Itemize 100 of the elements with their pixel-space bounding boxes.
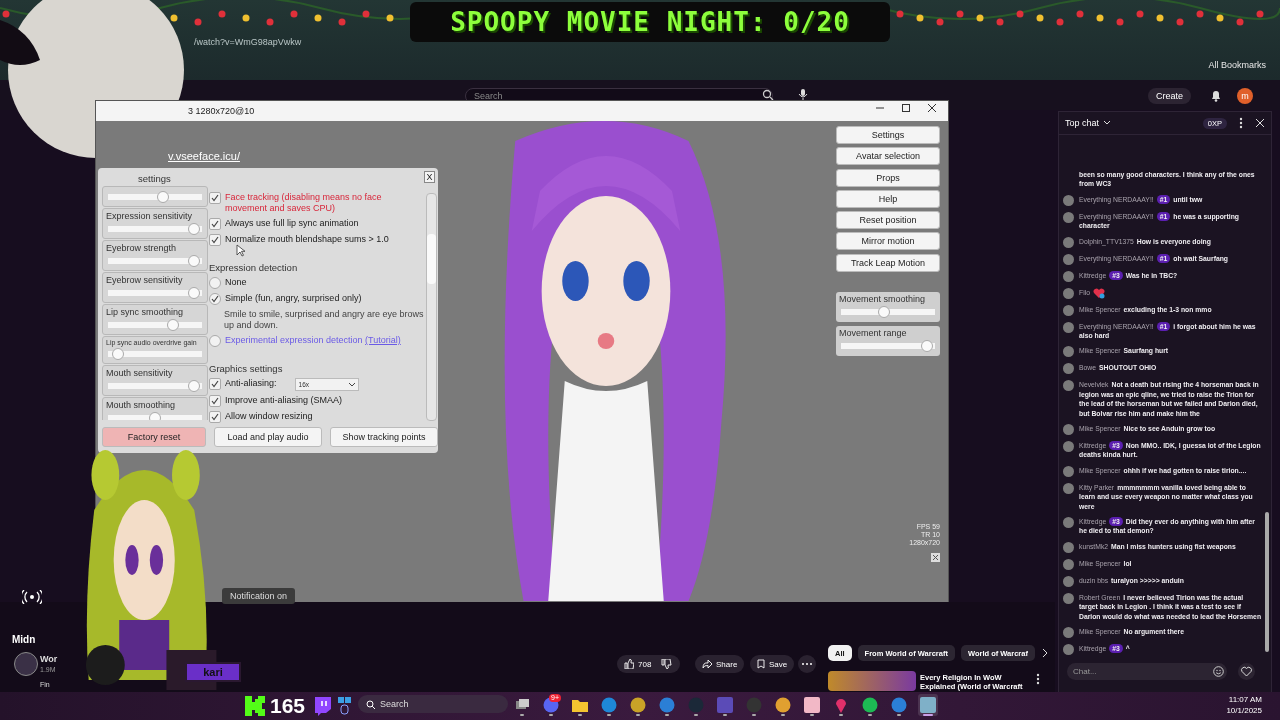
chat-title[interactable]: Top chat bbox=[1065, 118, 1100, 128]
taskbar-app[interactable] bbox=[802, 694, 822, 716]
taskbar-clock[interactable]: 11:07 AM 10/1/2025 bbox=[1226, 694, 1262, 716]
menu-button[interactable]: Mirror motion bbox=[836, 232, 940, 251]
menu-button[interactable]: Help bbox=[836, 189, 940, 208]
video-title: Midn bbox=[12, 634, 36, 645]
user-avatar bbox=[1063, 321, 1074, 333]
menu-button[interactable]: Settings bbox=[836, 126, 940, 144]
option-label: Simple (fun, angry, surprised only) bbox=[225, 293, 362, 304]
user-avatar bbox=[1063, 270, 1074, 282]
thumbs-up-icon bbox=[624, 659, 634, 669]
slider-thumb[interactable] bbox=[921, 339, 934, 352]
action-button[interactable]: Save bbox=[750, 655, 795, 673]
slider-label: Expression sensitivity bbox=[106, 211, 194, 221]
option-label: Always use full lip sync animation bbox=[225, 218, 359, 229]
app-icon bbox=[746, 697, 762, 713]
checkbox[interactable] bbox=[209, 192, 221, 204]
menu-button[interactable]: Props bbox=[836, 168, 940, 187]
panel-button[interactable]: Factory reset bbox=[102, 427, 206, 447]
address-bar-url[interactable]: /watch?v=WmG98apVwkw bbox=[194, 37, 302, 47]
close-button[interactable]: X bbox=[424, 171, 435, 183]
slider-label: Eyebrow strength bbox=[106, 243, 178, 253]
bookmarks-button[interactable]: All Bookmarks bbox=[1208, 60, 1266, 70]
slider[interactable] bbox=[108, 255, 202, 267]
slider-thumb[interactable] bbox=[112, 348, 125, 360]
slider-label: Eyebrow sensitivity bbox=[106, 275, 184, 285]
thumbs-down-icon bbox=[661, 659, 674, 669]
maximize-icon[interactable] bbox=[902, 104, 910, 112]
radio-button[interactable] bbox=[209, 293, 221, 305]
kebab-menu-icon[interactable] bbox=[1036, 673, 1040, 685]
minimize-icon[interactable] bbox=[876, 104, 884, 112]
banner-title: SPOOPY MOVIE NIGHT: 0/20 bbox=[410, 2, 890, 42]
emoji-icon[interactable] bbox=[1213, 666, 1224, 677]
heart-icon[interactable] bbox=[1238, 663, 1255, 680]
checkbox[interactable] bbox=[209, 411, 221, 423]
bell-icon[interactable] bbox=[1210, 89, 1222, 102]
app-icon bbox=[601, 697, 617, 713]
microphone-icon[interactable] bbox=[798, 88, 808, 101]
more-icon[interactable] bbox=[798, 655, 816, 673]
slider-thumb[interactable] bbox=[877, 306, 890, 319]
broadcast-icon[interactable] bbox=[22, 590, 42, 604]
close-icon[interactable] bbox=[928, 104, 936, 112]
like-button[interactable]: 708 bbox=[617, 655, 681, 673]
app-icon bbox=[630, 697, 646, 713]
menu-button[interactable]: Reset position bbox=[836, 211, 940, 230]
user-avatar bbox=[1063, 465, 1074, 477]
taskbar-app[interactable] bbox=[918, 694, 938, 716]
scrollbar[interactable] bbox=[426, 193, 437, 421]
user-avatar bbox=[1063, 541, 1074, 553]
chat-input-field[interactable]: Chat... bbox=[1067, 663, 1227, 680]
window-title: 3 1280x720@10 bbox=[96, 101, 948, 121]
tutorial-link[interactable]: (Tutorial) bbox=[365, 335, 401, 345]
map-pin-icon bbox=[835, 697, 847, 713]
slider-thumb[interactable] bbox=[187, 380, 200, 392]
menu-button[interactable]: Avatar selection bbox=[836, 147, 940, 166]
user-avatar bbox=[1063, 558, 1074, 570]
chevron-right-icon[interactable] bbox=[1040, 648, 1049, 658]
menu-button[interactable]: Track Leap Motion bbox=[836, 253, 940, 272]
slider[interactable] bbox=[108, 191, 202, 203]
slider[interactable] bbox=[108, 319, 202, 331]
app-icon bbox=[920, 697, 936, 713]
logo-icon[interactable] bbox=[245, 696, 265, 716]
slider[interactable] bbox=[108, 380, 202, 392]
slider[interactable] bbox=[108, 287, 202, 299]
mouse-cursor-icon bbox=[236, 244, 245, 257]
slider[interactable] bbox=[108, 348, 202, 360]
section-heading: Graphics settings bbox=[209, 363, 283, 374]
website-link[interactable]: v.vseeface.icu/ bbox=[168, 150, 240, 162]
slider-thumb[interactable] bbox=[167, 319, 180, 331]
app-icon bbox=[891, 697, 907, 713]
checkbox[interactable] bbox=[209, 234, 221, 246]
slider-label: Mouth sensitivity bbox=[106, 368, 174, 378]
action-button[interactable]: Share bbox=[695, 655, 745, 673]
radio-button[interactable] bbox=[209, 335, 221, 347]
panel-button[interactable]: Show tracking points bbox=[330, 427, 438, 447]
user-avatar bbox=[1063, 627, 1074, 638]
video-thumbnail[interactable] bbox=[828, 671, 916, 691]
panel-button[interactable]: Load and play audio bbox=[214, 427, 322, 447]
taskbar-search-field[interactable]: Search bbox=[358, 695, 508, 713]
slider-thumb[interactable] bbox=[187, 223, 200, 235]
checkbox[interactable] bbox=[209, 395, 221, 407]
slider-label: Mouth smoothing bbox=[106, 400, 177, 410]
slider-thumb[interactable] bbox=[157, 191, 170, 203]
slider-thumb[interactable] bbox=[187, 287, 200, 299]
radio-button[interactable] bbox=[209, 277, 221, 289]
checkbox[interactable] bbox=[209, 218, 221, 230]
search-icon bbox=[366, 699, 375, 709]
chat-bubble-icon[interactable] bbox=[313, 696, 333, 716]
slider-thumb[interactable] bbox=[187, 255, 200, 267]
app-icon bbox=[804, 697, 820, 713]
user-avatar bbox=[1063, 211, 1074, 223]
slider[interactable] bbox=[108, 223, 202, 235]
create-button[interactable]: Create bbox=[1148, 88, 1191, 104]
kebab-menu-icon[interactable] bbox=[1239, 117, 1243, 129]
checkbox[interactable] bbox=[209, 378, 221, 390]
chevron-down-icon[interactable] bbox=[1103, 120, 1112, 126]
widgets-icon[interactable] bbox=[338, 697, 352, 715]
section-heading: Expression detection bbox=[209, 262, 298, 273]
user-avatar bbox=[1063, 363, 1074, 375]
channel-name[interactable]: Wor bbox=[40, 654, 58, 664]
